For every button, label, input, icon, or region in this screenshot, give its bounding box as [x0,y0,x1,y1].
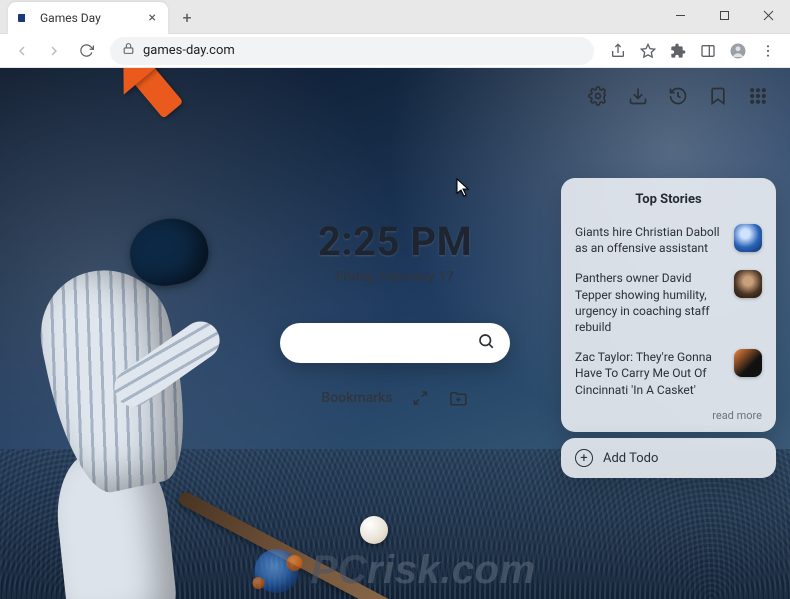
new-tab-button[interactable]: + [174,4,200,30]
story-thumb [734,224,762,252]
window-close-button[interactable] [746,0,790,30]
tab-favicon [18,14,32,22]
bookmark-star-button[interactable] [634,37,662,65]
bookmarks-label: Bookmarks [321,390,392,406]
apps-grid-icon[interactable] [748,86,768,106]
story-text: Panthers owner David Tepper showing humi… [575,270,724,335]
page-content: 2:25 PM Friday, February 17 Bookmarks To… [0,68,790,599]
top-stories-card: Top Stories Giants hire Christian Daboll… [561,178,776,432]
window-titlebar: Games Day × + [0,0,790,34]
downloads-icon[interactable] [628,86,648,106]
bookmark-icon[interactable] [708,86,728,106]
story-thumb [734,270,762,298]
clock-time: 2:25 PM [318,218,472,265]
profile-button[interactable] [724,37,752,65]
watermark-text: PCrisk.com [310,548,535,593]
read-more-link[interactable]: read more [575,409,762,422]
bookmarks-row: Bookmarks [321,388,468,408]
chrome-menu-button[interactable] [754,37,782,65]
watermark-logo-icon [254,549,298,593]
story-item[interactable]: Zac Taylor: They're Gonna Have To Carry … [575,342,762,405]
mouse-cursor-icon [456,178,472,202]
tab-close-button[interactable]: × [147,10,158,26]
clock-widget: 2:25 PM Friday, February 17 [318,218,472,285]
story-item[interactable]: Panthers owner David Tepper showing humi… [575,263,762,342]
add-todo-label: Add Todo [603,451,658,466]
watermark: PCrisk.com [254,548,535,593]
address-bar[interactable]: games-day.com [110,37,594,65]
tab-title: Games Day [40,11,147,25]
search-input[interactable] [296,335,477,351]
plus-circle-icon: + [575,449,593,467]
window-minimize-button[interactable] [658,0,702,30]
background-player [0,149,320,599]
background-baseball [360,516,388,544]
add-todo-card[interactable]: + Add Todo [561,438,776,478]
story-text: Zac Taylor: They're Gonna Have To Carry … [575,349,724,398]
quick-toolbar [588,86,768,106]
search-bar[interactable] [280,323,510,363]
settings-icon[interactable] [588,86,608,106]
sidepanel-button[interactable] [694,37,722,65]
url-text: games-day.com [143,43,235,58]
nav-back-button[interactable] [8,37,36,65]
browser-tab[interactable]: Games Day × [8,2,168,34]
story-thumb [734,349,762,377]
story-item[interactable]: Giants hire Christian Daboll as an offen… [575,217,762,263]
lock-icon [122,42,135,59]
history-icon[interactable] [668,86,688,106]
share-button[interactable] [604,37,632,65]
nav-reload-button[interactable] [72,37,100,65]
nav-forward-button[interactable] [40,37,68,65]
top-stories-heading: Top Stories [575,192,762,207]
story-text: Giants hire Christian Daboll as an offen… [575,224,724,256]
browser-toolbar: games-day.com [0,34,790,68]
window-maximize-button[interactable] [702,0,746,30]
bookmarks-add-folder-icon[interactable] [449,388,469,408]
search-icon[interactable] [477,332,495,354]
window-controls [658,0,790,30]
extensions-button[interactable] [664,37,692,65]
bookmarks-expand-icon[interactable] [411,388,431,408]
clock-date: Friday, February 17 [318,269,472,285]
